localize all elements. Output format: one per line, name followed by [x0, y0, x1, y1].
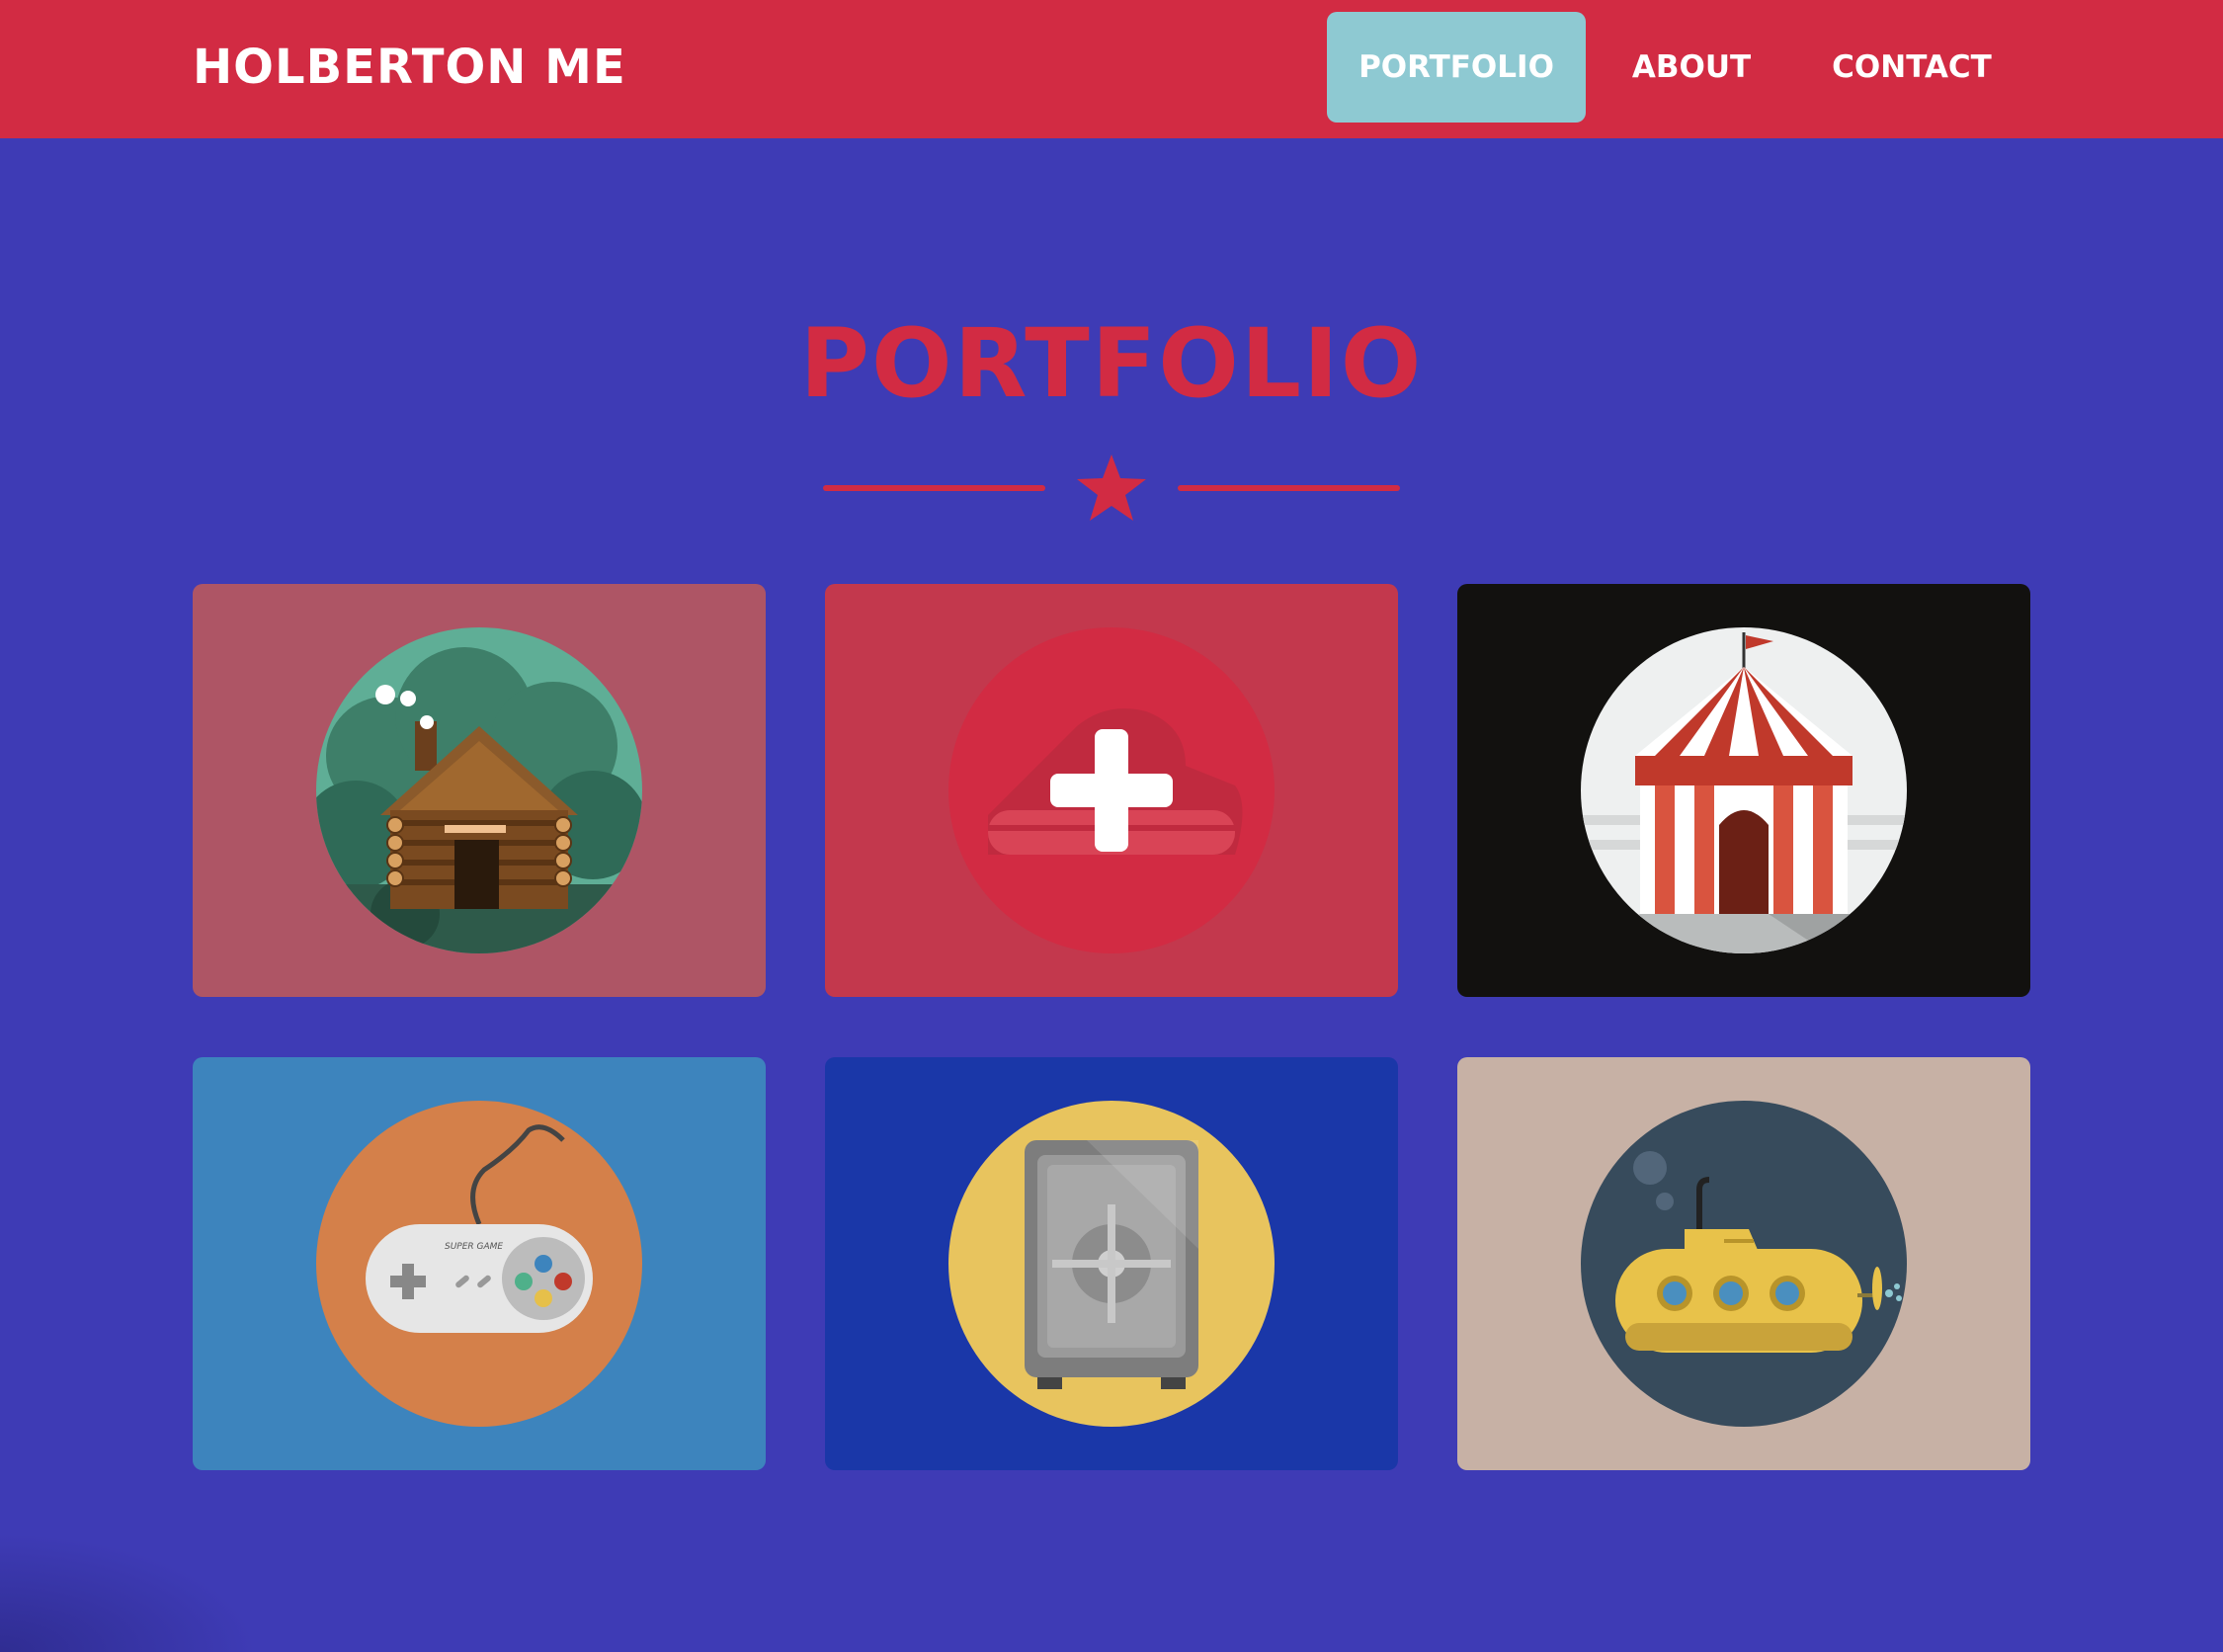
portfolio-item-cake[interactable]: [825, 584, 1398, 997]
star-icon: [1077, 454, 1146, 521]
circus-tent-icon: [1581, 627, 1907, 953]
navbar: HOLBERTON ME PORTFOLIO ABOUT CONTACT: [0, 0, 2223, 138]
nav-about[interactable]: ABOUT: [1612, 12, 1770, 123]
game-controller-icon: SUPER GAME: [316, 1101, 642, 1427]
corner-shadow: [0, 1533, 257, 1652]
safe-icon: [948, 1101, 1275, 1427]
divider-left: [823, 485, 1045, 491]
nav-portfolio[interactable]: PORTFOLIO: [1327, 12, 1586, 123]
portfolio-item-circus[interactable]: [1457, 584, 2030, 997]
portfolio-item-cabin[interactable]: [193, 584, 766, 997]
divider-right: [1178, 485, 1400, 491]
portfolio-item-controller[interactable]: SUPER GAME: [193, 1057, 766, 1470]
plus-icon[interactable]: [948, 627, 1275, 953]
portfolio-item-safe[interactable]: [825, 1057, 1398, 1470]
brand-logo[interactable]: HOLBERTON ME: [193, 38, 626, 97]
nav-contact[interactable]: CONTACT: [1808, 12, 2016, 123]
page-title: PORTFOLIO: [799, 308, 1424, 419]
cabin-icon: [316, 627, 642, 953]
controller-label: SUPER GAME: [445, 1242, 503, 1252]
submarine-icon: [1581, 1101, 1907, 1427]
portfolio-item-submarine[interactable]: [1457, 1057, 2030, 1470]
